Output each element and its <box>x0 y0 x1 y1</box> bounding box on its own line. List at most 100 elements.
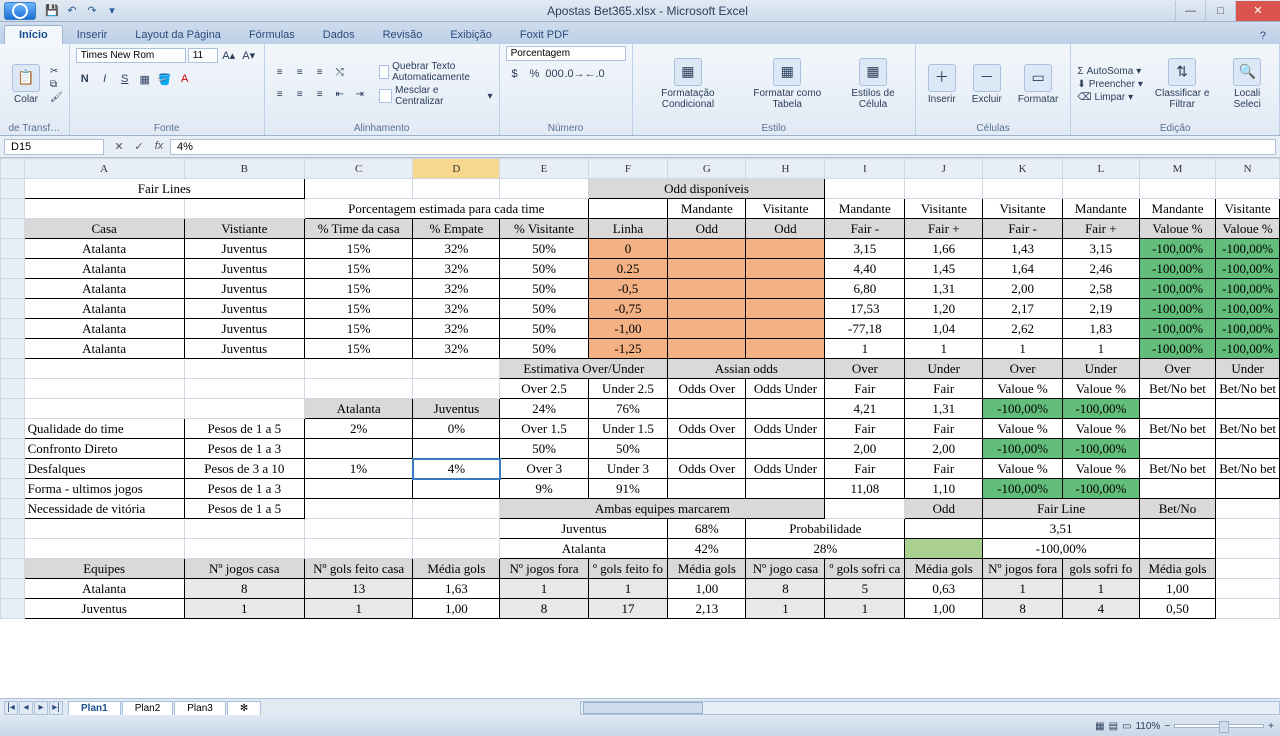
indent-dec-icon[interactable]: ⇤ <box>331 85 349 103</box>
col-header[interactable]: N <box>1216 159 1280 179</box>
sheet-nav-last-icon[interactable]: ▸| <box>49 701 63 715</box>
view-layout-icon[interactable]: ▤ <box>1109 721 1118 732</box>
qat-more-icon[interactable]: ▾ <box>104 3 120 19</box>
fx-icon[interactable]: fx <box>150 140 168 153</box>
row-header[interactable] <box>1 179 25 199</box>
sheet-nav-next-icon[interactable]: ▸ <box>34 701 48 715</box>
undo-icon[interactable]: ↶ <box>64 3 80 19</box>
col-header[interactable]: B <box>184 159 304 179</box>
col-header[interactable]: K <box>983 159 1063 179</box>
zoom-in-button[interactable]: + <box>1268 721 1274 732</box>
cell-styles-button[interactable]: ▦Estilos de Célula <box>837 56 909 112</box>
col-header[interactable]: E <box>500 159 588 179</box>
percent-icon[interactable]: % <box>526 65 544 83</box>
fill-button[interactable]: ⬇ Preencher ▾ <box>1077 79 1143 90</box>
zoom-level[interactable]: 110% <box>1135 721 1160 732</box>
border-button[interactable]: ▦ <box>136 70 154 88</box>
col-header[interactable]: I <box>825 159 905 179</box>
sheet-tab-plan3[interactable]: Plan3 <box>174 701 226 715</box>
tab-inicio[interactable]: Início <box>4 25 63 44</box>
number-format-combo[interactable]: Porcentagem <box>506 46 626 61</box>
tab-foxit[interactable]: Foxit PDF <box>506 26 583 44</box>
view-normal-icon[interactable]: ▦ <box>1095 721 1104 732</box>
select-all-corner[interactable] <box>1 159 25 179</box>
tab-inserir[interactable]: Inserir <box>63 26 122 44</box>
zoom-slider[interactable] <box>1174 724 1264 728</box>
minimize-button[interactable]: — <box>1175 1 1205 21</box>
name-box[interactable]: D15 <box>4 139 104 155</box>
cell[interactable]: Fair Lines <box>24 179 304 199</box>
spreadsheet-grid[interactable]: A B C D E F G H I J K L M N Fair Lines O… <box>0 158 1280 698</box>
sheet-tab-plan2[interactable]: Plan2 <box>122 701 174 715</box>
col-header[interactable]: L <box>1062 159 1139 179</box>
indent-inc-icon[interactable]: ⇥ <box>351 85 369 103</box>
font-name-combo[interactable]: Times New Rom <box>76 48 186 63</box>
col-header[interactable]: D <box>413 159 500 179</box>
font-size-combo[interactable]: 11 <box>188 48 218 63</box>
col-header[interactable]: A <box>24 159 184 179</box>
align-right-icon[interactable]: ≡ <box>311 85 329 103</box>
find-select-button[interactable]: 🔍Locali Seleci <box>1221 56 1273 112</box>
orientation-icon[interactable]: ⤭ <box>331 63 349 81</box>
format-cells-button[interactable]: ▭Formatar <box>1012 62 1065 107</box>
zoom-out-button[interactable]: − <box>1164 721 1170 732</box>
cell[interactable]: Porcentagem estimada para cada time <box>304 199 588 219</box>
col-header[interactable]: J <box>905 159 983 179</box>
paste-button[interactable]: 📋Colar <box>6 62 46 107</box>
office-button[interactable] <box>4 2 36 20</box>
tab-formulas[interactable]: Fórmulas <box>235 26 309 44</box>
cut-icon[interactable]: ✂ <box>50 66 63 77</box>
underline-button[interactable]: S <box>116 70 134 88</box>
align-center-icon[interactable]: ≡ <box>291 85 309 103</box>
close-button[interactable]: ✕ <box>1235 1 1280 21</box>
format-painter-icon[interactable]: 🖌 <box>50 92 63 103</box>
cancel-formula-icon[interactable]: ✕ <box>110 140 128 153</box>
fill-color-button[interactable]: 🪣 <box>156 70 174 88</box>
maximize-button[interactable]: □ <box>1205 1 1235 21</box>
shrink-font-icon[interactable]: A▾ <box>240 46 258 64</box>
col-header[interactable]: G <box>668 159 746 179</box>
align-top-icon[interactable]: ≡ <box>271 63 289 81</box>
tab-exibicao[interactable]: Exibição <box>436 26 506 44</box>
inc-decimal-icon[interactable]: .0→ <box>566 65 584 83</box>
format-table-button[interactable]: ▦Formatar como Tabela <box>741 56 833 112</box>
align-left-icon[interactable]: ≡ <box>271 85 289 103</box>
autosum-button[interactable]: Σ AutoSoma ▾ <box>1077 66 1143 77</box>
italic-button[interactable]: I <box>96 70 114 88</box>
align-bot-icon[interactable]: ≡ <box>311 63 329 81</box>
align-mid-icon[interactable]: ≡ <box>291 63 309 81</box>
tab-revisao[interactable]: Revisão <box>369 26 437 44</box>
currency-icon[interactable]: $ <box>506 65 524 83</box>
enter-formula-icon[interactable]: ✓ <box>130 140 148 153</box>
redo-icon[interactable]: ↷ <box>84 3 100 19</box>
merge-center-button[interactable]: Mesclar e Centralizar ▾ <box>379 85 493 107</box>
sheet-nav-first-icon[interactable]: |◂ <box>4 701 18 715</box>
save-icon[interactable]: 💾 <box>44 3 60 19</box>
tab-dados[interactable]: Dados <box>309 26 369 44</box>
col-header[interactable]: C <box>304 159 413 179</box>
sheet-tab-plan1[interactable]: Plan1 <box>68 701 121 715</box>
help-icon[interactable]: ? <box>1254 28 1272 44</box>
cell[interactable]: Odd disponíveis <box>588 179 825 199</box>
sheet-nav-prev-icon[interactable]: ◂ <box>19 701 33 715</box>
view-pagebreak-icon[interactable]: ▭ <box>1122 721 1131 732</box>
active-cell[interactable]: 4% <box>413 459 500 479</box>
col-header[interactable]: M <box>1139 159 1215 179</box>
delete-cells-button[interactable]: －Excluir <box>966 62 1008 107</box>
grow-font-icon[interactable]: A▴ <box>220 46 238 64</box>
bold-button[interactable]: N <box>76 70 94 88</box>
col-header[interactable]: H <box>746 159 825 179</box>
dec-decimal-icon[interactable]: ←.0 <box>586 65 604 83</box>
col-header[interactable]: F <box>588 159 668 179</box>
tab-layout[interactable]: Layout da Página <box>121 26 235 44</box>
wrap-text-button[interactable]: Quebrar Texto Automaticamente <box>379 61 493 83</box>
comma-icon[interactable]: 000 <box>546 65 564 83</box>
sort-filter-button[interactable]: ⇅Classificar e Filtrar <box>1147 56 1217 112</box>
font-color-button[interactable]: A <box>176 70 194 88</box>
conditional-format-button[interactable]: ▦Formatação Condicional <box>639 56 738 112</box>
clear-button[interactable]: ⌫ Limpar ▾ <box>1077 92 1143 103</box>
insert-cells-button[interactable]: ＋Inserir <box>922 62 962 107</box>
formula-input[interactable]: 4% <box>170 139 1276 155</box>
copy-icon[interactable]: ⧉ <box>50 79 63 90</box>
horizontal-scrollbar[interactable] <box>580 701 1280 715</box>
